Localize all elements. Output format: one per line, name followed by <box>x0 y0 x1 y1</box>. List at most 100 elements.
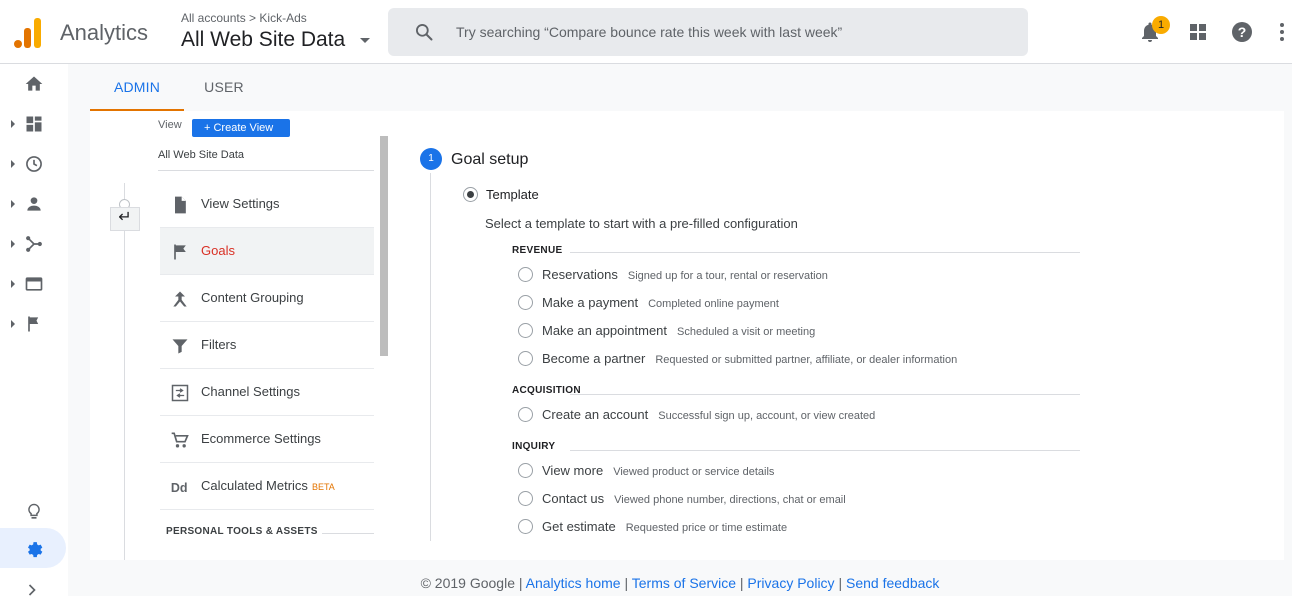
help-icon[interactable]: ? <box>1230 20 1254 44</box>
svg-text:?: ? <box>1238 24 1247 40</box>
option-radio[interactable] <box>518 407 533 422</box>
document-icon <box>175 196 186 214</box>
option-label: Become a partner <box>542 351 646 366</box>
back-arrow-button[interactable]: ↵ <box>110 207 140 231</box>
tab-admin[interactable]: ADMIN <box>90 64 184 111</box>
tab-user[interactable]: USER <box>192 64 256 111</box>
nav-home[interactable] <box>0 64 68 104</box>
admin-view-column: View + Create View All Web Site Data ↵ V… <box>90 111 390 560</box>
menu-label-text: Calculated Metrics <box>201 478 308 493</box>
option-label: View more <box>542 463 604 478</box>
nav-admin[interactable] <box>0 528 66 568</box>
flag-icon <box>28 316 39 332</box>
menu-label: View Settings <box>201 196 280 211</box>
option-radio[interactable] <box>518 267 533 282</box>
menu-view-settings[interactable]: View Settings <box>160 181 374 228</box>
expand-arrow-icon <box>11 280 15 288</box>
option-radio[interactable] <box>518 323 533 338</box>
create-view-button[interactable]: + Create View <box>192 119 290 137</box>
option-radio[interactable] <box>518 491 533 506</box>
nav-conversions[interactable] <box>0 304 68 344</box>
breadcrumb-account[interactable]: Kick-Ads <box>259 11 306 25</box>
category-inquiry: INQUIRY <box>512 441 556 452</box>
top-bar: Analytics All accounts > Kick-Ads All We… <box>0 0 1292 64</box>
template-label[interactable]: Template <box>486 187 539 202</box>
flag-icon <box>174 244 186 260</box>
option-label: Make an appointment <box>542 323 668 338</box>
option-description: Viewed product or service details <box>613 466 775 478</box>
menu-calculated-metrics[interactable]: Dd Calculated Metrics BETA <box>160 463 374 510</box>
product-name[interactable]: Analytics <box>60 20 148 46</box>
nav-audience[interactable] <box>0 184 68 224</box>
view-column-label: View <box>158 119 182 131</box>
option-label: Contact us <box>542 491 605 506</box>
acquisition-icon <box>26 236 42 252</box>
link-analytics-home[interactable]: Analytics home <box>526 575 621 591</box>
more-vert-icon[interactable] <box>1270 20 1292 44</box>
option-radio[interactable] <box>518 295 533 310</box>
search-input[interactable] <box>456 20 1016 44</box>
menu-label: Goals <box>201 243 235 258</box>
menu-channel-settings[interactable]: Channel Settings <box>160 369 374 416</box>
analytics-logo-icon[interactable] <box>14 16 42 48</box>
link-privacy[interactable]: Privacy Policy <box>747 575 834 591</box>
link-feedback[interactable]: Send feedback <box>846 575 939 591</box>
scrollbar[interactable] <box>380 136 388 356</box>
view-selector[interactable]: All Web Site Data <box>158 149 374 171</box>
chevron-down-icon[interactable] <box>360 38 370 43</box>
template-description: Select a template to start with a pre-fi… <box>485 216 798 231</box>
menu-goals[interactable]: Goals <box>160 228 374 275</box>
expand-arrow-icon <box>11 240 15 248</box>
breadcrumb-accounts[interactable]: All accounts <box>181 11 246 25</box>
expand-arrow-icon <box>11 120 15 128</box>
option-label: Make a payment <box>542 295 639 310</box>
nav-discover[interactable] <box>0 492 68 532</box>
nav-behavior[interactable] <box>0 264 68 304</box>
menu-label: Content Grouping <box>201 290 304 305</box>
notification-badge: 1 <box>1152 16 1170 34</box>
gutter-right <box>1284 111 1292 560</box>
left-nav <box>0 64 68 596</box>
menu-ecommerce-settings[interactable]: Ecommerce Settings <box>160 416 374 463</box>
filter-icon <box>172 339 188 354</box>
step-number: 1 <box>420 148 442 170</box>
chevron-right-icon <box>28 584 36 596</box>
option-radio[interactable] <box>518 463 533 478</box>
expand-arrow-icon <box>11 160 15 168</box>
nav-realtime[interactable] <box>0 144 68 184</box>
menu-label: Filters <box>201 337 237 352</box>
template-radio[interactable] <box>463 187 478 202</box>
category-revenue: REVENUE <box>512 245 563 256</box>
option-label: Get estimate <box>542 519 616 534</box>
option-label: Create an account <box>542 407 649 422</box>
clock-icon <box>26 156 42 172</box>
goal-setup-title: Goal setup <box>451 151 529 168</box>
apps-grid-icon[interactable] <box>1186 20 1210 44</box>
menu-label: Channel Settings <box>201 384 301 399</box>
option-radio[interactable] <box>518 519 533 534</box>
nav-customization[interactable] <box>0 104 68 144</box>
category-divider <box>570 394 1080 395</box>
property-view-selector[interactable]: All Web Site Data <box>181 28 345 52</box>
category-divider <box>570 450 1080 451</box>
nav-collapse[interactable] <box>0 568 68 596</box>
expand-arrow-icon <box>11 200 15 208</box>
section-heading: PERSONAL TOOLS & ASSETS <box>166 526 318 537</box>
step-line <box>430 173 431 541</box>
option-radio[interactable] <box>518 351 533 366</box>
nav-acquisition[interactable] <box>0 224 68 264</box>
menu-content-grouping[interactable]: Content Grouping <box>160 275 374 322</box>
tab-bar: ADMIN USER <box>68 64 1292 111</box>
lightbulb-icon <box>28 503 40 519</box>
goal-setup-panel: 1 Goal setup Template Select a template … <box>390 111 1284 560</box>
link-terms[interactable]: Terms of Service <box>632 575 736 591</box>
svg-text:Dd: Dd <box>171 481 188 495</box>
person-icon <box>27 197 41 211</box>
breadcrumb[interactable]: All accounts > Kick-Ads <box>181 11 307 25</box>
menu-filters[interactable]: Filters <box>160 322 374 369</box>
section-divider <box>322 533 374 534</box>
footer-sep: | <box>834 575 846 591</box>
search-bar[interactable] <box>388 8 1028 56</box>
option-description: Successful sign up, account, or view cre… <box>658 410 876 422</box>
option-description: Requested price or time estimate <box>625 522 788 534</box>
